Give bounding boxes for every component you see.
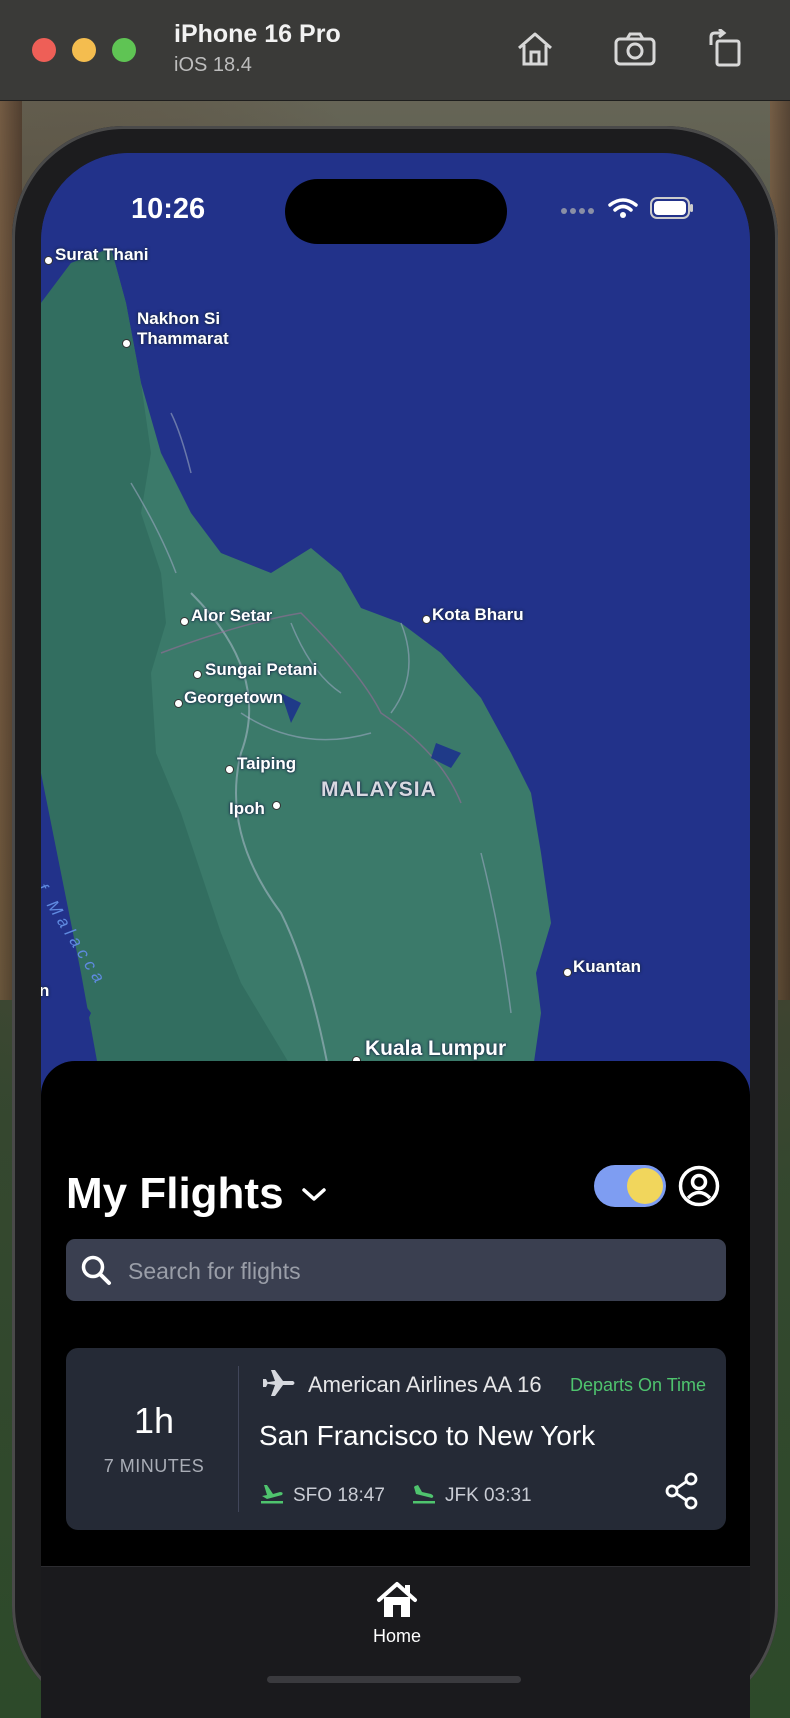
map-label: Kota Bharu bbox=[432, 605, 524, 624]
simulator-titlebar: iPhone 16 Pro iOS 18.4 bbox=[0, 0, 790, 101]
search-icon bbox=[80, 1254, 112, 1291]
departure-info: SFO 18:47 bbox=[259, 1482, 385, 1510]
search-input[interactable] bbox=[126, 1239, 710, 1303]
map-pin bbox=[563, 968, 572, 977]
device-name: iPhone 16 Pro bbox=[174, 20, 341, 48]
arrival-text: JFK 03:31 bbox=[445, 1485, 532, 1506]
takeoff-icon bbox=[259, 1482, 285, 1510]
airline-name: American Airlines AA 16 bbox=[308, 1372, 542, 1397]
map-label: Kuantan bbox=[573, 957, 641, 976]
map-label: Taiping bbox=[237, 754, 297, 773]
status-time: 10:26 bbox=[131, 193, 206, 225]
map-view[interactable] bbox=[41, 153, 750, 1083]
arrival-info: JFK 03:31 bbox=[411, 1482, 532, 1510]
minimize-window-button[interactable] bbox=[72, 38, 96, 62]
map-pin bbox=[422, 615, 431, 624]
battery-icon bbox=[650, 197, 694, 224]
page-title[interactable]: My Flights bbox=[66, 1169, 284, 1219]
tab-bar: Home bbox=[41, 1566, 750, 1718]
map-label: Nakhon Si bbox=[137, 309, 221, 328]
flight-card[interactable]: 1h 7 MINUTES American Airlines AA 16 Dep… bbox=[66, 1348, 726, 1530]
flight-status-badge: Departs On Time bbox=[570, 1375, 707, 1395]
map-pin bbox=[180, 617, 189, 626]
map-pin bbox=[272, 801, 281, 810]
status-icons bbox=[560, 197, 694, 224]
dynamic-island bbox=[285, 179, 507, 244]
map-pin bbox=[174, 699, 183, 708]
landing-icon bbox=[411, 1482, 437, 1510]
map-label: Ipoh bbox=[229, 799, 265, 818]
home-indicator[interactable] bbox=[267, 1676, 521, 1683]
chevron-down-icon[interactable] bbox=[301, 1187, 327, 1208]
toggle-knob bbox=[627, 1168, 663, 1204]
departure-text: SFO 18:47 bbox=[293, 1485, 385, 1506]
camera-icon[interactable] bbox=[613, 27, 657, 71]
search-bar[interactable] bbox=[66, 1239, 726, 1303]
iphone-screen: Surat Thani Nakhon Si Thammarat Alor Set… bbox=[41, 153, 750, 1718]
country-label: MALAYSIA bbox=[321, 778, 437, 801]
map-label: Kuala Lumpur bbox=[365, 1037, 507, 1060]
profile-icon[interactable] bbox=[678, 1165, 720, 1207]
close-window-button[interactable] bbox=[32, 38, 56, 62]
flight-route: San Francisco to New York bbox=[259, 1420, 596, 1451]
wifi-icon bbox=[608, 197, 638, 224]
zoom-window-button[interactable] bbox=[112, 38, 136, 62]
map-pin bbox=[122, 339, 131, 348]
map-label: Thammarat bbox=[137, 329, 229, 348]
map-pin bbox=[193, 670, 202, 679]
home-icon bbox=[376, 1582, 418, 1623]
duration-minutes: 7 MINUTES bbox=[103, 1456, 205, 1476]
map-pin bbox=[44, 256, 53, 265]
share-icon[interactable] bbox=[664, 1472, 700, 1515]
map-label: n bbox=[41, 981, 50, 1000]
map-label: Alor Setar bbox=[191, 606, 273, 625]
map-label: Surat Thani bbox=[55, 245, 149, 264]
tab-home[interactable]: Home bbox=[357, 1581, 437, 1647]
map-pin bbox=[225, 765, 234, 774]
rotate-icon[interactable] bbox=[703, 27, 747, 71]
os-version: iOS 18.4 bbox=[174, 54, 252, 76]
theme-toggle[interactable] bbox=[594, 1165, 666, 1207]
duration-hours: 1h bbox=[133, 1400, 175, 1441]
map-label: Sungai Petani bbox=[205, 660, 318, 679]
home-icon[interactable] bbox=[513, 27, 557, 71]
airplane-icon bbox=[261, 1368, 297, 1403]
tab-home-label: Home bbox=[372, 1626, 421, 1646]
card-divider bbox=[238, 1366, 239, 1512]
signal-icon bbox=[560, 202, 596, 220]
map-label: Georgetown bbox=[184, 688, 284, 707]
